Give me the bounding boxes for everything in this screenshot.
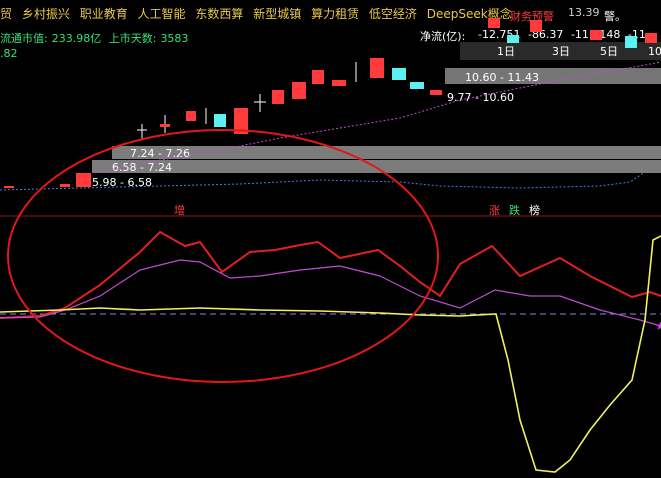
- candle[interactable]: [160, 124, 170, 127]
- candle[interactable]: [272, 90, 284, 104]
- candle[interactable]: [4, 186, 14, 188]
- candle[interactable]: [332, 80, 346, 86]
- star-marker-icon: ★: [655, 319, 661, 333]
- signal-bang: 榜: [529, 203, 540, 217]
- candle[interactable]: [370, 58, 384, 78]
- signal-die: 跌: [509, 203, 520, 217]
- candle[interactable]: [430, 90, 442, 95]
- period-label[interactable]: 1日: [497, 45, 515, 58]
- candle[interactable]: [507, 35, 519, 43]
- candle[interactable]: [530, 20, 542, 32]
- price-zone-label: 9.77 - 10.60: [447, 91, 514, 104]
- candle[interactable]: [645, 33, 657, 43]
- candle[interactable]: [488, 18, 500, 28]
- signal-zeng: 增: [174, 203, 185, 217]
- indicator-violet-line: [0, 259, 661, 327]
- candle[interactable]: [186, 111, 196, 121]
- candle[interactable]: [625, 36, 637, 48]
- period-label[interactable]: 3日: [552, 45, 570, 58]
- candle[interactable]: [214, 114, 226, 127]
- chart-canvas[interactable]: 1日 3日 5日 10 10.60 - 11.43 9.77 - 10.60 7…: [0, 0, 661, 478]
- candle[interactable]: [410, 82, 424, 89]
- candle[interactable]: [392, 68, 406, 80]
- period-label[interactable]: 5日: [600, 45, 618, 58]
- candle[interactable]: [590, 30, 602, 40]
- price-zone-bar: [112, 146, 661, 159]
- period-label[interactable]: 10: [648, 45, 661, 58]
- candle[interactable]: [292, 82, 306, 99]
- price-zone-label: 10.60 - 11.43: [465, 71, 539, 84]
- price-zone-bar: [92, 160, 661, 173]
- signal-zhang: 涨: [489, 204, 500, 217]
- candle[interactable]: [312, 70, 324, 84]
- price-zone-label: 7.24 - 7.26: [130, 147, 190, 160]
- candle[interactable]: [76, 173, 91, 187]
- indicator-red-line: [0, 230, 661, 319]
- candle[interactable]: [60, 184, 70, 187]
- indicator-yellow-line: [0, 235, 661, 473]
